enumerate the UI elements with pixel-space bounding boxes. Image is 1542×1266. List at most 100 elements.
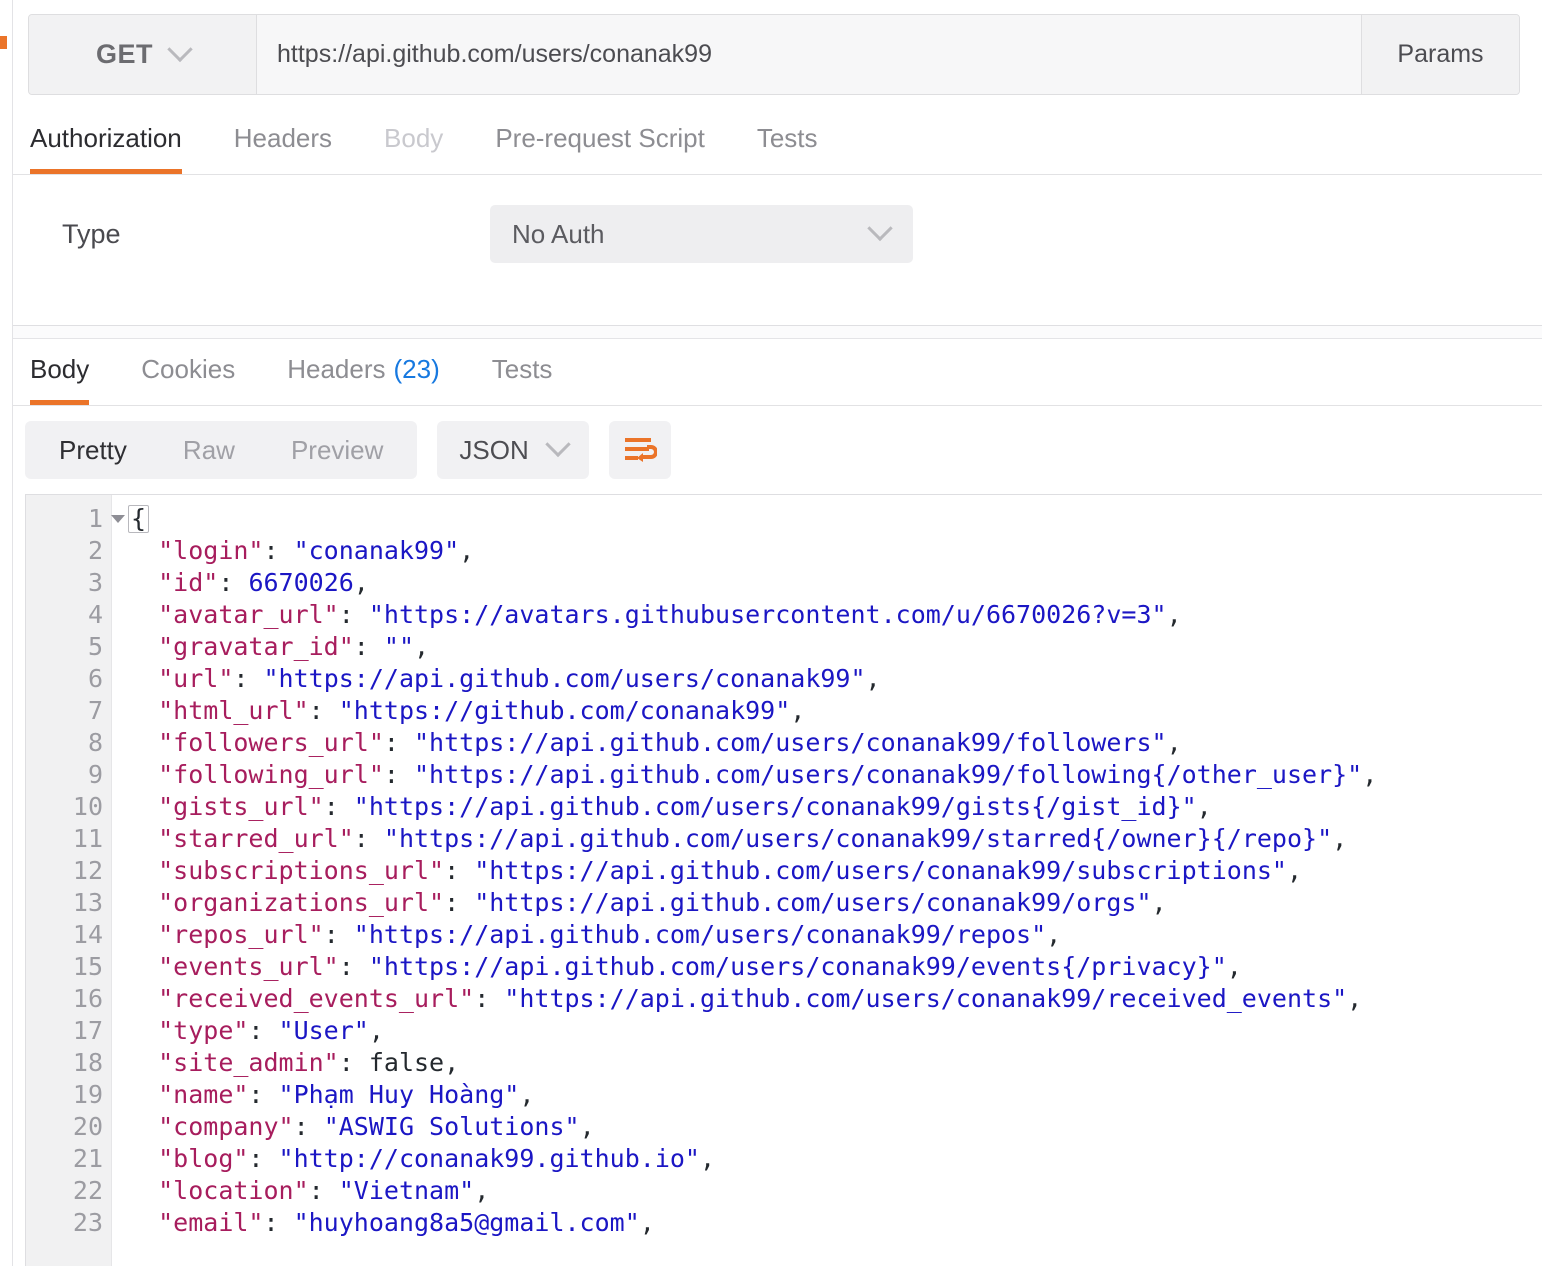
response-headers-count: (23) bbox=[393, 354, 440, 384]
line-number: 2 bbox=[87, 536, 103, 565]
response-tab-cookies[interactable]: Cookies bbox=[141, 339, 261, 405]
tab-body[interactable]: Body bbox=[384, 108, 469, 174]
tab-authorization-label: Authorization bbox=[30, 123, 182, 153]
tab-tests[interactable]: Tests bbox=[757, 108, 844, 174]
code-line: "blog": "http://conanak99.github.io", bbox=[158, 1144, 716, 1173]
code-line: "organizations_url": "https://api.github… bbox=[158, 888, 1167, 917]
line-number: 4 bbox=[87, 600, 103, 629]
code-line: "gists_url": "https://api.github.com/use… bbox=[158, 792, 1212, 821]
view-mode-pretty[interactable]: Pretty bbox=[31, 421, 155, 479]
line-number: 7 bbox=[87, 696, 103, 725]
code-line: "login": "conanak99", bbox=[158, 536, 475, 565]
request-url-bar: GET Params bbox=[28, 14, 1520, 95]
active-request-indicator bbox=[0, 36, 7, 49]
code-line: "email": "huyhoang8a5@gmail.com", bbox=[158, 1208, 655, 1237]
view-mode-preview[interactable]: Preview bbox=[263, 421, 411, 479]
tab-authorization[interactable]: Authorization bbox=[30, 108, 208, 174]
editor-code-area[interactable]: { "login": "conanak99", "id": 6670026, "… bbox=[112, 495, 1542, 1266]
line-number: 14 bbox=[72, 920, 103, 949]
params-button[interactable]: Params bbox=[1361, 15, 1519, 94]
line-number: 23 bbox=[72, 1208, 103, 1237]
view-mode-raw[interactable]: Raw bbox=[155, 421, 263, 479]
line-number: 3 bbox=[87, 568, 103, 597]
line-number: 9 bbox=[87, 760, 103, 789]
left-rail-divider bbox=[0, 0, 13, 1266]
request-tabs: Authorization Headers Body Pre-request S… bbox=[0, 108, 1542, 175]
auth-type-select[interactable]: No Auth bbox=[490, 205, 913, 263]
line-number: 8 bbox=[87, 728, 103, 757]
code-line: "type": "User", bbox=[158, 1016, 384, 1045]
fold-toggle-icon[interactable] bbox=[111, 515, 125, 523]
authorization-pane: Type No Auth bbox=[0, 175, 1542, 326]
code-line: "site_admin": false, bbox=[158, 1048, 460, 1077]
response-view-mode-group: Pretty Raw Preview bbox=[25, 421, 418, 479]
line-number: 22 bbox=[72, 1176, 103, 1205]
line-number: 11 bbox=[72, 824, 103, 853]
response-tabs: Body Cookies Headers (23) Tests bbox=[0, 339, 1542, 406]
code-line: "company": "ASWIG Solutions", bbox=[158, 1112, 595, 1141]
view-mode-preview-label: Preview bbox=[290, 435, 384, 465]
line-number: 19 bbox=[72, 1080, 103, 1109]
code-line: "id": 6670026, bbox=[158, 568, 369, 597]
view-mode-raw-label: Raw bbox=[182, 435, 235, 465]
http-method-label: GET bbox=[95, 39, 153, 69]
editor-line-number-gutter: 1 2 3 4 5 6 7 8 9 10 11 12 13 14 15 16 17 18 19 20 21 22 23 bbox=[26, 495, 125, 1266]
response-tab-headers[interactable]: Headers (23) bbox=[287, 339, 466, 405]
response-section-divider bbox=[0, 326, 1542, 339]
tab-pre-request-script-label: Pre-request Script bbox=[495, 123, 705, 153]
code-line: "location": "Vietnam", bbox=[158, 1176, 490, 1205]
line-number: 12 bbox=[72, 856, 103, 885]
chevron-down-icon bbox=[545, 431, 571, 458]
line-number: 10 bbox=[72, 792, 103, 821]
request-url-row: GET Params bbox=[0, 0, 1542, 108]
response-format-select[interactable]: JSON bbox=[437, 421, 589, 479]
word-wrap-icon bbox=[624, 438, 657, 462]
response-body-toolbar: Pretty Raw Preview JSON bbox=[0, 406, 1542, 494]
code-line: "gravatar_id": "", bbox=[158, 632, 430, 661]
postman-request-response-view: GET Params Authorization Headers Body Pr… bbox=[0, 0, 1542, 1266]
tab-headers[interactable]: Headers bbox=[234, 108, 358, 174]
params-button-label: Params bbox=[1397, 40, 1484, 68]
code-line: "name": "Phạm Huy Hoàng", bbox=[158, 1080, 535, 1109]
line-number: 21 bbox=[72, 1144, 103, 1173]
response-tab-cookies-label: Cookies bbox=[141, 354, 236, 384]
code-line: "events_url": "https://api.github.com/us… bbox=[158, 952, 1242, 981]
code-line: "starred_url": "https://api.github.com/u… bbox=[158, 824, 1348, 853]
http-method-selector[interactable]: GET bbox=[29, 15, 257, 94]
response-tab-tests[interactable]: Tests bbox=[492, 339, 579, 405]
chevron-down-icon bbox=[167, 36, 193, 62]
line-number: 15 bbox=[72, 952, 103, 981]
response-tab-body-label: Body bbox=[30, 354, 90, 384]
code-line: { bbox=[128, 503, 1542, 535]
line-number: 18 bbox=[72, 1048, 103, 1077]
response-tab-tests-label: Tests bbox=[491, 354, 553, 384]
code-line: "received_events_url": "https://api.gith… bbox=[158, 984, 1363, 1013]
response-tab-body[interactable]: Body bbox=[30, 339, 115, 405]
tab-headers-label: Headers bbox=[233, 123, 333, 153]
line-number: 20 bbox=[72, 1112, 103, 1141]
code-line: "avatar_url": "https://avatars.githubuse… bbox=[158, 600, 1182, 629]
response-tab-headers-label: Headers bbox=[287, 354, 386, 384]
view-mode-pretty-label: Pretty bbox=[59, 435, 127, 465]
tab-tests-label: Tests bbox=[756, 123, 818, 153]
line-number: 5 bbox=[87, 632, 103, 661]
code-line: "subscriptions_url": "https://api.github… bbox=[158, 856, 1303, 885]
line-number: 1 bbox=[26, 503, 125, 535]
code-line: "repos_url": "https://api.github.com/use… bbox=[158, 920, 1062, 949]
code-line: "followers_url": "https://api.github.com… bbox=[158, 728, 1182, 757]
response-body-editor[interactable]: 1 2 3 4 5 6 7 8 9 10 11 12 13 14 15 16 17 18 19 20 21 22 23 { … bbox=[25, 494, 1542, 1266]
tab-body-label: Body bbox=[384, 123, 444, 153]
auth-type-value: No Auth bbox=[512, 218, 605, 249]
line-number: 13 bbox=[72, 888, 103, 917]
line-number: 17 bbox=[72, 1016, 103, 1045]
word-wrap-toggle-button[interactable] bbox=[608, 421, 671, 479]
code-line: "url": "https://api.github.com/users/con… bbox=[158, 664, 881, 693]
line-number: 16 bbox=[72, 984, 103, 1013]
tab-pre-request-script[interactable]: Pre-request Script bbox=[495, 108, 731, 174]
chevron-down-icon bbox=[867, 215, 893, 242]
code-line: "following_url": "https://api.github.com… bbox=[158, 760, 1378, 789]
code-line: "html_url": "https://github.com/conanak9… bbox=[158, 696, 806, 725]
line-number: 6 bbox=[87, 664, 103, 693]
request-url-input[interactable] bbox=[257, 15, 1361, 94]
response-format-label: JSON bbox=[459, 434, 529, 465]
